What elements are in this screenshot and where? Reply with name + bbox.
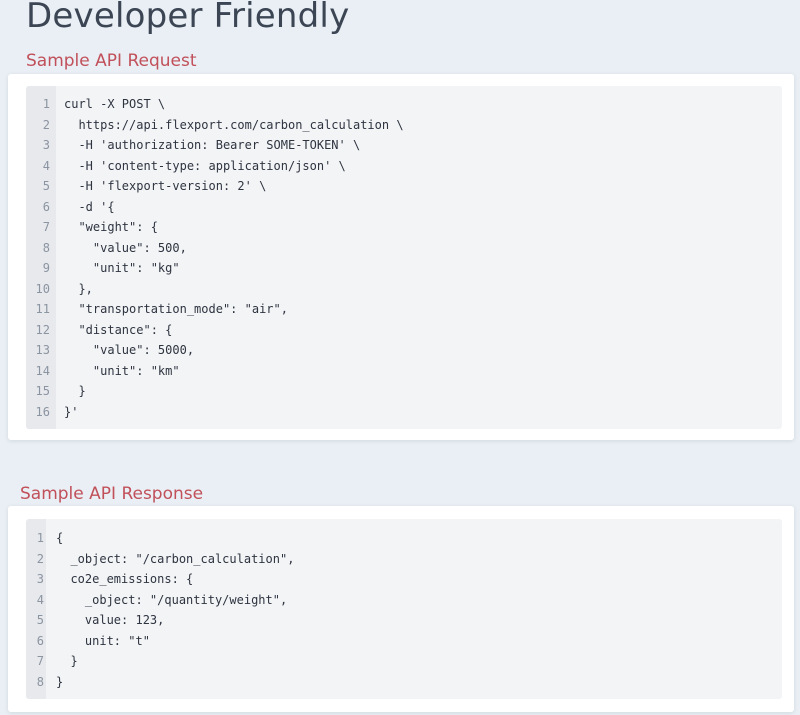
line-number: 9 [42,261,50,275]
line-number: 4 [36,592,44,607]
code-line: }, [64,281,93,296]
request-card: 1 2 3 4 5 6 7 8 9 10 11 12 13 14 15 16 c… [8,74,794,440]
request-code-block[interactable]: 1 2 3 4 5 6 7 8 9 10 11 12 13 14 15 16 c… [26,86,782,429]
line-number: 6 [42,199,50,214]
page-title: Developer Friendly [26,0,350,36]
line-number: 1 [36,531,44,545]
code-line: -H 'content-type: application/json' \ [64,158,346,173]
code-line: -H 'flexport-version: 2' \ [64,179,267,193]
line-number: 13 [35,343,50,357]
line-number: 3 [36,572,44,586]
code-line: "unit": "kg" [64,261,180,275]
code-line: co2e_emissions: { [56,572,194,586]
response-card: 1 2 3 4 5 6 7 8 { _object: "/carbon_calc… [8,506,794,712]
code-line: }' [64,404,79,419]
code-line: "distance": { [64,322,173,337]
code-line: "value": 500, [64,240,187,255]
code-line: "unit": "km" [64,363,180,378]
line-number: 8 [42,240,50,255]
response-code-text[interactable]: { _object: "/carbon_calculation", co2e_e… [56,519,294,692]
line-number: 2 [36,551,44,566]
request-line-numbers: 1 2 3 4 5 6 7 8 9 10 11 12 13 14 15 16 [26,86,56,429]
code-line: https://api.flexport.com/carbon_calculat… [64,117,404,132]
code-line: "weight": { [64,220,158,234]
line-number: 3 [42,138,50,152]
code-line: "value": 5000, [64,343,195,357]
code-line: { [56,531,64,545]
line-number: 1 [42,97,50,111]
line-number: 5 [42,179,50,193]
code-line: value: 123, [56,613,165,627]
line-number: 12 [35,322,50,337]
response-code-block[interactable]: 1 2 3 4 5 6 7 8 { _object: "/carbon_calc… [26,519,782,699]
line-number: 7 [36,654,44,668]
response-line-numbers: 1 2 3 4 5 6 7 8 [26,519,46,699]
line-number: 16 [35,404,50,419]
code-line: curl -X POST \ [64,97,166,111]
request-section-title: Sample API Request [26,51,197,71]
line-number: 7 [42,220,50,234]
line-number: 2 [42,117,50,132]
line-number: 5 [36,613,44,627]
line-number: 10 [35,281,50,296]
line-number: 6 [36,633,44,648]
line-number: 8 [36,674,44,689]
code-line: _object: "/quantity/weight", [56,592,288,607]
code-line: _object: "/carbon_calculation", [56,551,295,566]
code-line: -d '{ [64,199,115,214]
line-number: 11 [35,302,50,316]
code-line: } [56,674,64,689]
line-number: 15 [35,384,50,398]
code-line: } [64,384,86,398]
request-code-text[interactable]: curl -X POST \ https://api.flexport.com/… [64,86,404,422]
line-number: 14 [35,363,50,378]
code-line: unit: "t" [56,633,150,648]
code-line: } [56,654,78,668]
code-line: -H 'authorization: Bearer SOME-TOKEN' \ [64,138,361,152]
code-line: "transportation_mode": "air", [64,302,288,316]
response-section-title: Sample API Response [20,484,204,504]
line-number: 4 [42,158,50,173]
